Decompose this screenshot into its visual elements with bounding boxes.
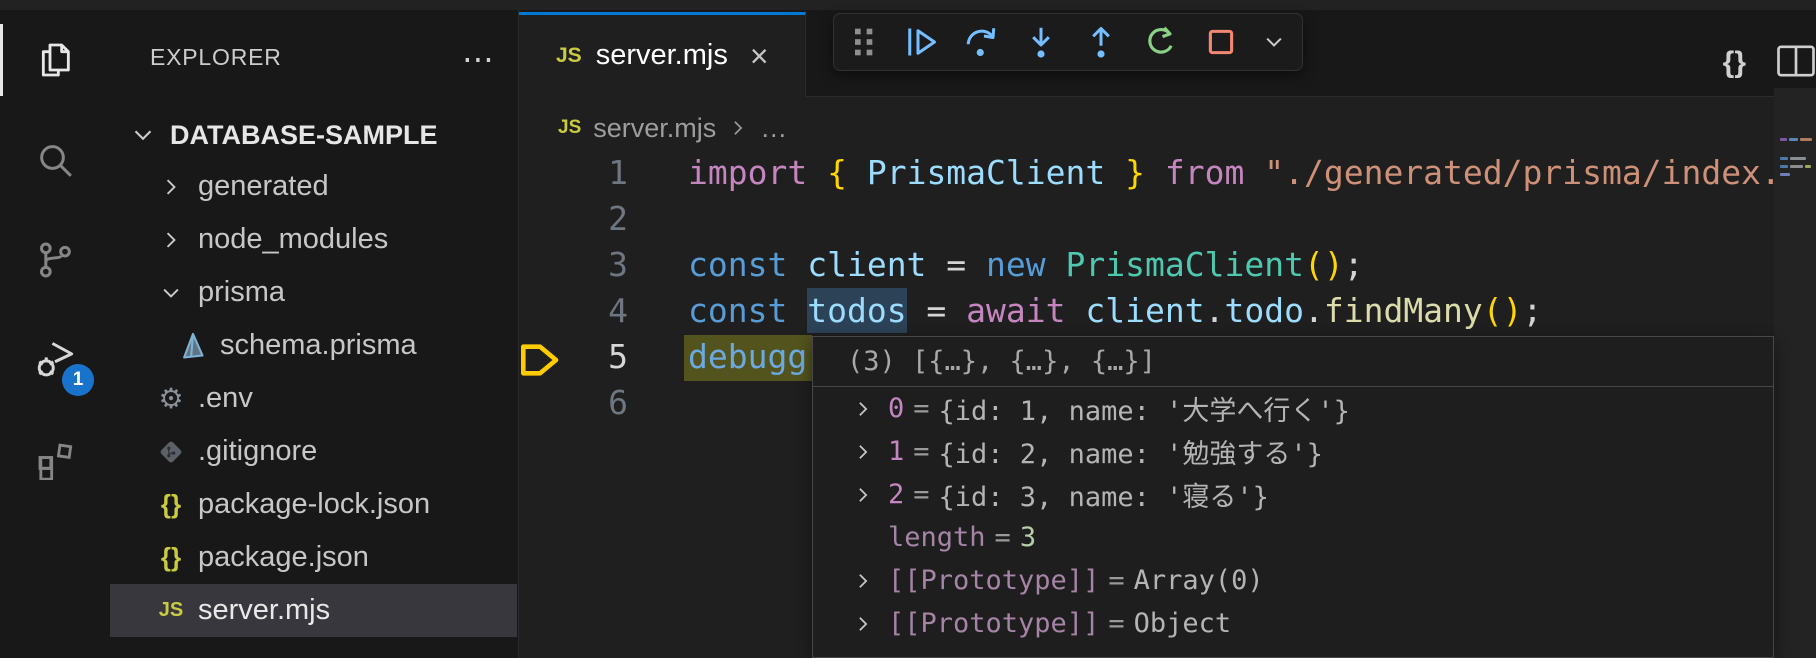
git-icon <box>154 435 188 469</box>
popup-row-prototype-array[interactable]: [[Prototype]]=Array(0) <box>813 559 1773 602</box>
debug-count-badge: 1 <box>62 364 94 396</box>
activity-run-debug-button[interactable]: 1 <box>0 310 110 410</box>
sidebar-item-gitignore[interactable]: .gitignore <box>110 425 517 478</box>
tree-item-label: node_modules <box>198 223 388 256</box>
tree-item-label: package.json <box>198 541 369 574</box>
minimap[interactable] <box>1774 88 1816 658</box>
breadcrumb-file[interactable]: server.mjs <box>593 113 716 144</box>
activity-search-button[interactable] <box>0 110 110 210</box>
editor-actions: {} <box>1723 34 1816 92</box>
explorer-sidebar: EXPLORER ⋯ DATABASE-SAMPLE generated nod… <box>110 10 519 658</box>
more-actions-button[interactable]: ⋯ <box>462 40 496 78</box>
popup-value-summary: (3) [{…}, {…}, {…}] <box>813 337 1773 387</box>
word-highlight-todos: todos <box>807 291 906 330</box>
root-folder-label: DATABASE-SAMPLE <box>170 120 438 151</box>
tree-item-label: schema.prisma <box>220 329 417 362</box>
chevron-right-icon <box>728 118 748 138</box>
search-icon <box>35 140 75 180</box>
braces-action-icon[interactable]: {} <box>1723 46 1746 80</box>
tree-item-label: generated <box>198 170 329 203</box>
chevron-down-icon <box>126 118 160 152</box>
tree-item-label: .gitignore <box>198 435 317 468</box>
chevron-down-icon <box>154 276 188 310</box>
sidebar-title: EXPLORER <box>150 44 282 71</box>
tree-item-label: server.mjs <box>198 594 330 627</box>
popup-row-2[interactable]: 2={id: 3, name: '寝る'} <box>813 473 1773 516</box>
code-line-4: 4 const todos = await client.todo.findMa… <box>518 288 1816 334</box>
activity-bar: 1 <box>0 10 110 658</box>
activity-source-control-button[interactable] <box>0 210 110 310</box>
minimap-mark <box>1780 165 1816 168</box>
activity-extensions-button[interactable] <box>0 410 110 510</box>
code-line-2: 2 <box>518 196 1816 242</box>
js-file-icon: JS <box>558 117 581 139</box>
debug-step-out-button[interactable] <box>1082 23 1120 61</box>
prisma-file-icon <box>176 329 210 363</box>
tree-item-label: prisma <box>198 276 285 309</box>
debug-stop-button[interactable] <box>1202 23 1240 61</box>
source-control-icon <box>35 240 75 280</box>
tree-item-label: package-lock.json <box>198 488 430 521</box>
line-number: 3 <box>518 242 628 288</box>
chevron-right-icon <box>154 223 188 257</box>
js-file-icon: JS <box>154 594 188 628</box>
debug-step-into-button[interactable] <box>1022 23 1060 61</box>
debug-restart-button[interactable] <box>1142 23 1180 61</box>
debug-continue-button[interactable] <box>902 23 940 61</box>
chevron-right-icon[interactable] <box>853 399 888 419</box>
close-icon[interactable]: × <box>750 40 769 72</box>
sidebar-item-node-modules[interactable]: node_modules <box>110 213 517 266</box>
json-braces-icon: {} <box>154 488 188 522</box>
sidebar-item-server-mjs[interactable]: JS server.mjs <box>110 584 517 637</box>
extensions-icon <box>35 440 75 480</box>
line-number: 6 <box>518 380 628 426</box>
tabbar-divider <box>806 96 1816 97</box>
drag-grip-icon[interactable] <box>850 23 880 61</box>
toolbar-dropdown-chevron-icon[interactable] <box>1262 23 1286 61</box>
minimap-mark <box>1780 157 1816 160</box>
sidebar-item-package-lock-json[interactable]: {} package-lock.json <box>110 478 517 531</box>
activity-explorer-button[interactable] <box>0 10 110 110</box>
vscode-window: { "activity_bar": { "items": [ {"name": … <box>0 0 1816 658</box>
breadcrumb-more[interactable]: … <box>760 113 789 144</box>
code-line-3: 3 const client = new PrismaClient(); <box>518 242 1816 288</box>
chevron-right-icon[interactable] <box>853 442 888 462</box>
tab-label: server.mjs <box>596 39 728 72</box>
chevron-right-icon[interactable] <box>853 485 888 505</box>
line-number: 2 <box>518 196 628 242</box>
popup-row-prototype-object[interactable]: [[Prototype]]=Object <box>813 602 1773 645</box>
chevron-right-icon[interactable] <box>853 614 888 634</box>
gear-icon: ⚙ <box>154 382 188 416</box>
root-folder-row[interactable]: DATABASE-SAMPLE <box>110 110 518 160</box>
js-file-icon: JS <box>556 44 582 68</box>
tab-server-mjs[interactable]: JS server.mjs × <box>518 12 806 96</box>
line-number: 5 <box>518 334 628 380</box>
line-number: 4 <box>518 288 628 334</box>
line-number: 1 <box>518 150 628 196</box>
debug-toolbar <box>833 13 1303 71</box>
sidebar-item-package-json[interactable]: {} package.json <box>110 531 517 584</box>
sidebar-item-env[interactable]: ⚙ .env <box>110 372 517 425</box>
chevron-right-icon <box>154 170 188 204</box>
code-line-1: 1 import { PrismaClient } from "./genera… <box>518 150 1816 196</box>
tree-item-label: .env <box>198 382 253 415</box>
sidebar-item-schema-prisma[interactable]: schema.prisma <box>110 319 517 372</box>
popup-row-1[interactable]: 1={id: 2, name: '勉強する'} <box>813 430 1773 473</box>
minimap-mark <box>1780 138 1816 141</box>
json-braces-icon: {} <box>154 541 188 575</box>
sidebar-item-generated[interactable]: generated <box>110 160 517 213</box>
chevron-right-icon[interactable] <box>853 571 888 591</box>
popup-row-0[interactable]: 0={id: 1, name: '大学へ行く'} <box>813 387 1773 430</box>
sidebar-item-prisma[interactable]: prisma <box>110 266 517 319</box>
split-editor-icon[interactable] <box>1776 44 1816 83</box>
popup-row-length[interactable]: length=3 <box>813 516 1773 559</box>
debug-step-over-button[interactable] <box>962 23 1000 61</box>
debug-hover-popup: (3) [{…}, {…}, {…}] 0={id: 1, name: '大学へ… <box>812 336 1774 658</box>
breadcrumb[interactable]: JS server.mjs … <box>558 102 789 154</box>
file-tree: generated node_modules prisma schema.pri… <box>110 160 517 637</box>
files-icon <box>35 40 75 80</box>
sidebar-header: EXPLORER ⋯ <box>110 32 518 82</box>
minimap-mark <box>1780 173 1816 176</box>
